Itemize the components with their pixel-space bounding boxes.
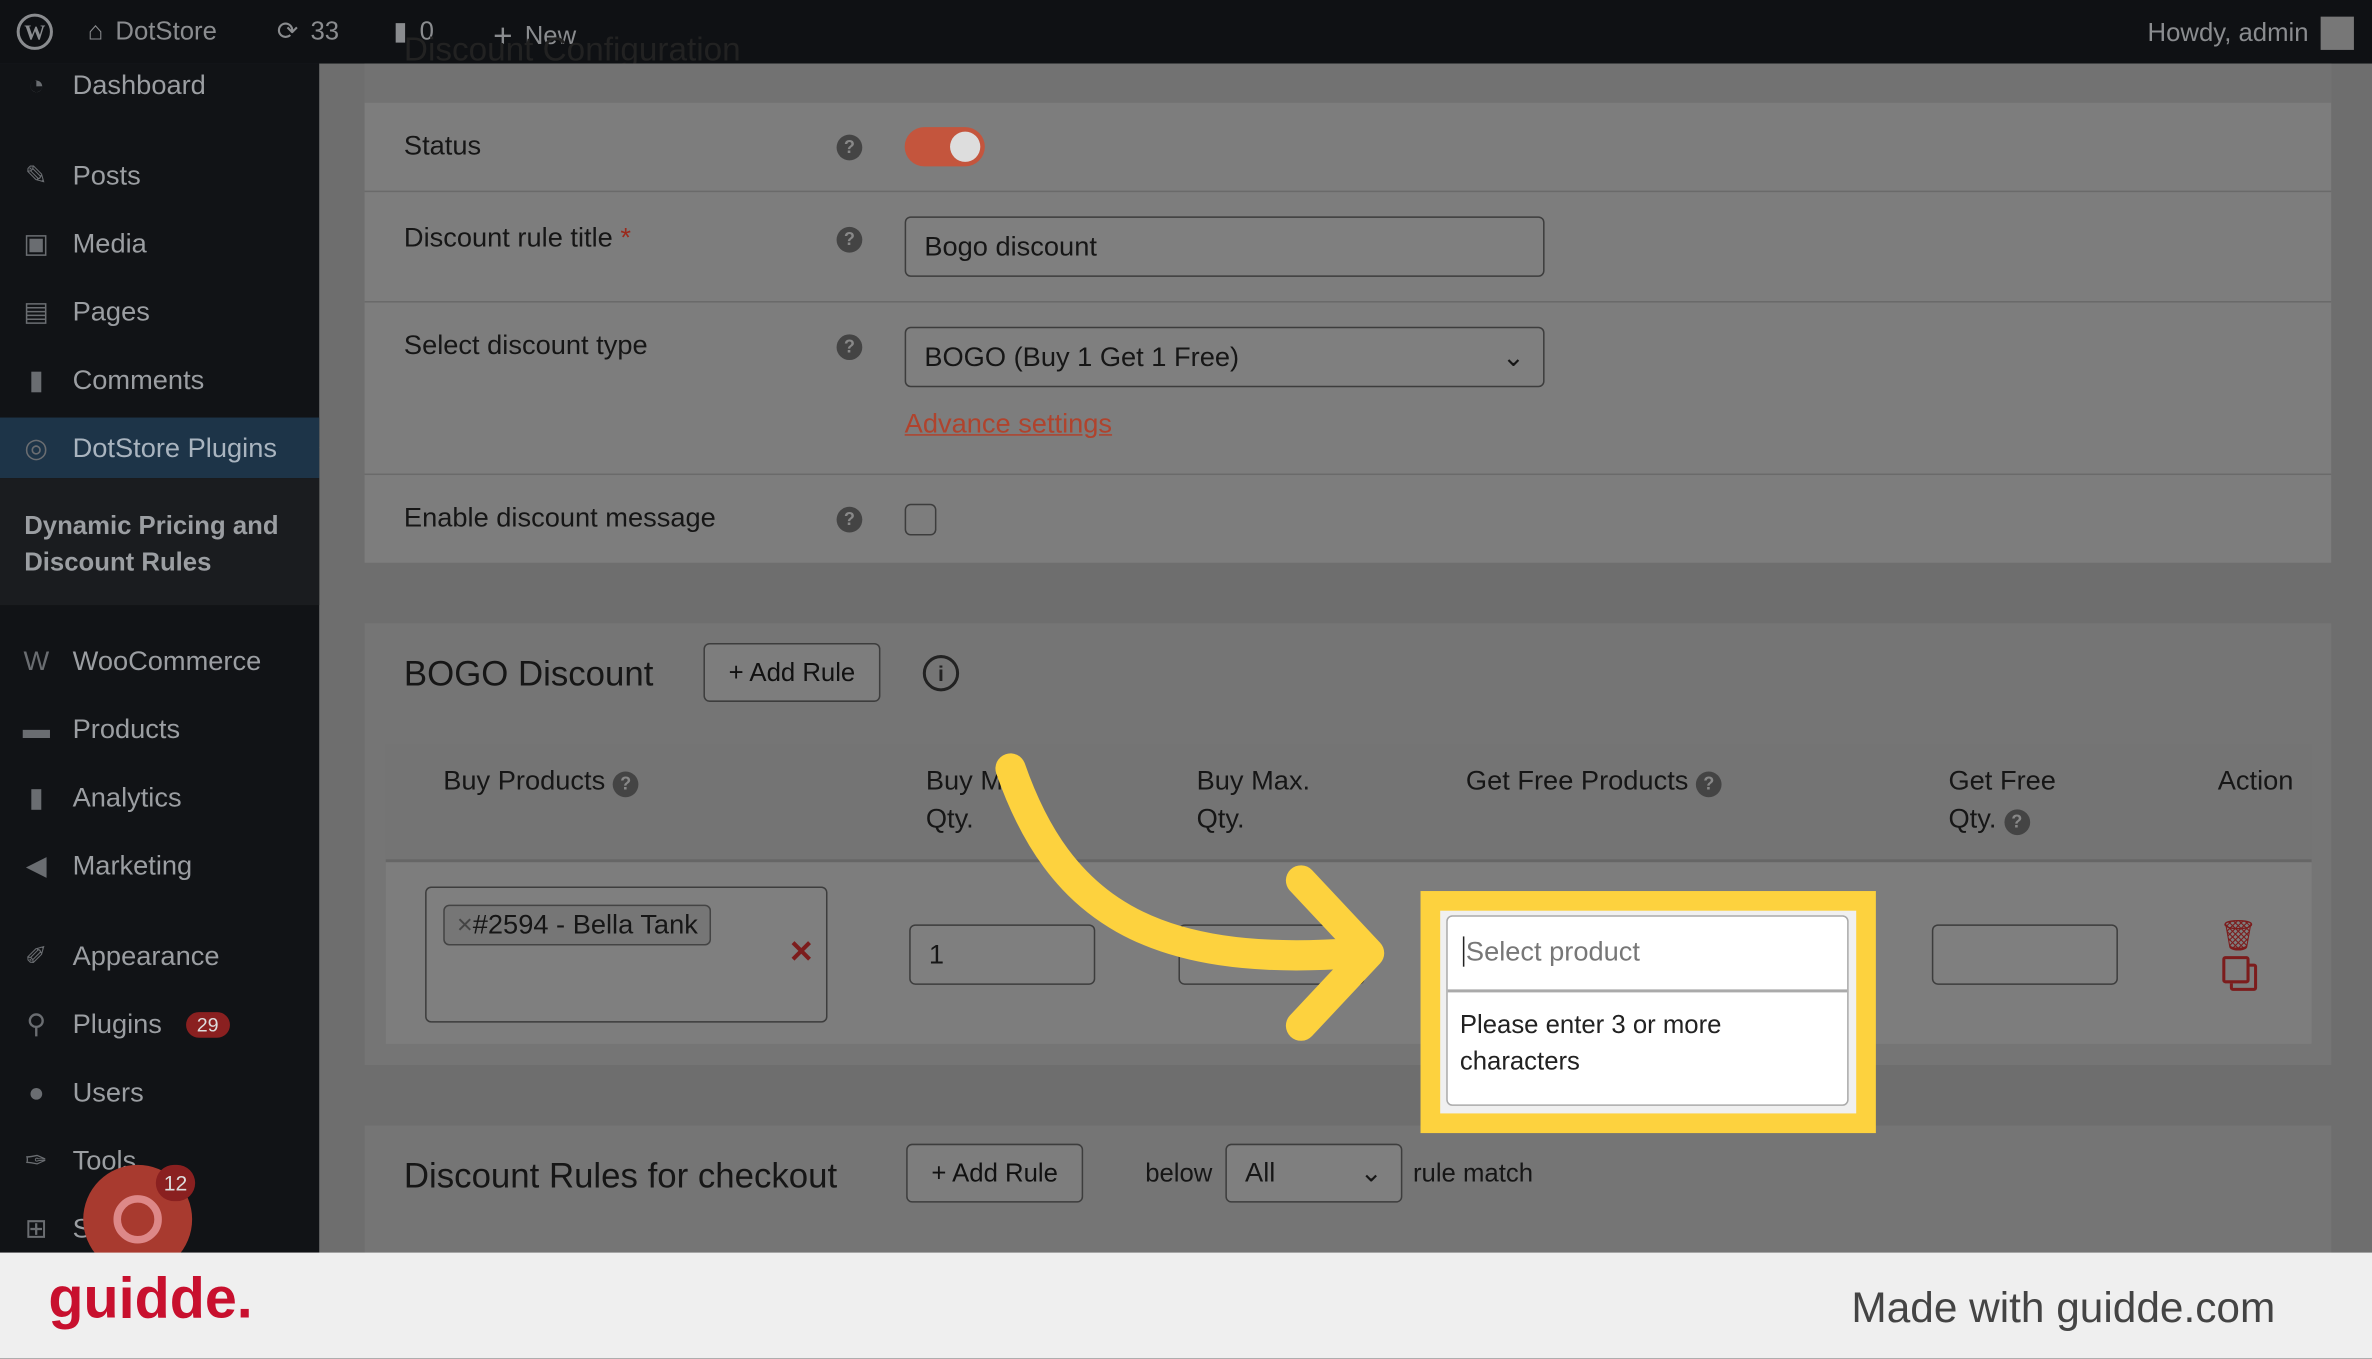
analytics-icon: ▮ xyxy=(28,781,44,812)
chevron-down-icon: ⌄ xyxy=(1502,341,1525,372)
discount-type-select[interactable]: BOGO (Buy 1 Get 1 Free) ⌄ xyxy=(904,326,1545,388)
checkout-heading: Discount Rules for checkout xyxy=(403,1155,838,1196)
sidebar-item-products[interactable]: ▬ Products xyxy=(0,699,319,760)
wordpress-logo-icon[interactable]: W xyxy=(15,12,54,51)
sidebar-item-posts[interactable]: ✎ Posts xyxy=(0,145,319,206)
main-content: Discount Configuration Status ? Discount… xyxy=(319,30,2372,1253)
pages-icon: ▤ xyxy=(23,295,50,327)
sidebar-item-media[interactable]: ▣ Media xyxy=(0,213,319,274)
sidebar-item-label: Products xyxy=(72,713,181,744)
dashboard-icon: ◔ xyxy=(28,68,45,100)
sidebar-item-comments[interactable]: ▮ Comments xyxy=(0,349,319,410)
get-free-qty-input[interactable] xyxy=(1931,924,2118,985)
product-tag[interactable]: ×#2594 - Bella Tank xyxy=(443,904,712,946)
plugins-count-badge: 29 xyxy=(186,1011,230,1038)
sidebar-item-label: Media xyxy=(72,227,147,258)
clear-selection-icon[interactable]: ✕ xyxy=(789,933,814,971)
rule-match-select[interactable]: All ⌄ xyxy=(1225,1143,1403,1203)
media-icon: ▣ xyxy=(23,227,50,258)
checkout-rules-panel: Discount Rules for checkout + Add Rule b… xyxy=(364,1125,2332,1253)
remove-tag-icon[interactable]: × xyxy=(457,909,473,939)
message-row: Enable discount message ? xyxy=(365,475,2332,563)
sidebar-item-users[interactable]: ● Users xyxy=(0,1062,319,1123)
svg-text:W: W xyxy=(24,20,45,44)
info-icon[interactable]: i xyxy=(922,655,960,692)
add-rule-button[interactable]: + Add Rule xyxy=(703,642,881,702)
plugin-icon: ⚲ xyxy=(26,1008,47,1039)
checkout-add-rule-button[interactable]: + Add Rule xyxy=(906,1143,1084,1203)
recorder-badge: 12 xyxy=(155,1164,196,1202)
sidebar-item-plugins[interactable]: ⚲ Plugins 29 xyxy=(0,994,319,1055)
sidebar-item-label: Analytics xyxy=(72,781,182,812)
guidde-logo: guidde. xyxy=(48,1267,253,1332)
advance-settings-link[interactable]: Advance settings xyxy=(905,408,1112,440)
select-product-input[interactable]: Select product xyxy=(1447,917,1848,993)
help-icon[interactable]: ? xyxy=(836,506,863,533)
help-icon[interactable]: ? xyxy=(836,334,863,361)
help-icon[interactable]: ? xyxy=(836,226,863,253)
product-search-dropdown: Select product Please enter 3 or more ch… xyxy=(1446,915,1849,1106)
highlight-box: Select product Please enter 3 or more ch… xyxy=(1420,891,1876,1134)
pin-icon: ✎ xyxy=(24,159,48,190)
sidebar-item-label: Pages xyxy=(72,295,150,327)
sidebar-item-dashboard[interactable]: ◔ Dashboard xyxy=(0,54,319,115)
status-row: Status ? xyxy=(364,103,2332,193)
refresh-icon: ⟳ xyxy=(276,16,299,46)
users-icon: ● xyxy=(28,1076,45,1107)
chevron-down-icon: ⌄ xyxy=(1359,1157,1383,1188)
brush-icon: ✐ xyxy=(24,940,48,971)
account-menu[interactable]: Howdy, admin xyxy=(2147,16,2354,50)
site-link[interactable]: ⌂ DotStore xyxy=(88,17,217,47)
sidebar-item-label: Dashboard xyxy=(72,68,206,100)
sidebar-item-label: WooCommerce xyxy=(72,645,262,676)
title-row: Discount rule title * ? Bogo discount xyxy=(364,192,2332,303)
products-icon: ▬ xyxy=(22,713,50,744)
made-with-text: Made with guidde.com xyxy=(1851,1284,2276,1332)
updates-link[interactable]: ⟳ 33 xyxy=(277,17,339,47)
sidebar-item-label: Users xyxy=(72,1076,144,1107)
search-hint: Please enter 3 or more characters xyxy=(1459,1010,1722,1076)
bogo-heading: BOGO Discount xyxy=(403,653,654,693)
column-get-free-products: Get Free Products ? xyxy=(1466,762,1722,800)
discount-message-checkbox[interactable] xyxy=(904,503,937,536)
woo-icon: W xyxy=(23,645,50,676)
sidebar-item-label: Appearance xyxy=(72,940,220,971)
discount-configuration-panel: Discount Configuration Status ? Discount… xyxy=(364,30,2332,563)
footer-bar: guidde. Made with guidde.com xyxy=(0,1252,2372,1359)
discount-title-input[interactable]: Bogo discount xyxy=(904,216,1545,277)
settings-icon: ⊞ xyxy=(24,1212,48,1243)
dotstore-icon: ◎ xyxy=(24,431,49,463)
wrench-icon: ✑ xyxy=(24,1144,48,1175)
admin-bar: W ⌂ DotStore ⟳ 33 ▮ 0 + New Howdy, admin xyxy=(0,0,2372,64)
sidebar-item-label: Posts xyxy=(72,159,141,190)
submenu-dynamic-pricing[interactable]: Dynamic Pricing and Discount Rules xyxy=(0,478,320,606)
admin-sidebar: ◔ Dashboard ✎ Posts ▣ Media ▤ Pages ▮ Comments ◎ Do… xyxy=(0,63,335,1253)
buy-products-select[interactable]: ×#2594 - Bella Tank ✕ xyxy=(425,886,828,1023)
arrow-icon xyxy=(995,753,1385,1041)
sidebar-item-pages[interactable]: ▤ Pages xyxy=(0,281,319,342)
status-toggle[interactable] xyxy=(904,127,985,167)
column-buy-products: Buy Products ? xyxy=(443,762,639,800)
home-icon: ⌂ xyxy=(87,16,104,46)
megaphone-icon: ◀ xyxy=(25,849,47,880)
sidebar-item-appearance[interactable]: ✐ Appearance xyxy=(0,926,319,987)
delete-icon[interactable]: 🗑 xyxy=(2219,917,2257,955)
column-action: Action xyxy=(2217,765,2294,796)
avatar xyxy=(2320,16,2354,50)
sidebar-item-woocommerce[interactable]: W WooCommerce xyxy=(0,631,319,692)
sidebar-item-label: Comments xyxy=(72,363,205,395)
help-icon[interactable]: ? xyxy=(836,134,863,161)
sidebar-item-dotstore-plugins[interactable]: ◎ DotStore Plugins xyxy=(0,417,320,479)
comment-icon: ▮ xyxy=(28,363,44,395)
sidebar-item-label: Plugins xyxy=(72,1008,162,1039)
sidebar-item-analytics[interactable]: ▮ Analytics xyxy=(0,767,319,828)
duplicate-icon[interactable] xyxy=(2222,956,2250,984)
column-get-free-qty: Get Free Qty. ? xyxy=(1948,765,2056,836)
sidebar-item-label: DotStore Plugins xyxy=(72,431,277,463)
sidebar-item-label: Marketing xyxy=(72,849,193,880)
discount-type-row: Select discount type ? BOGO (Buy 1 Get 1… xyxy=(364,303,2332,476)
sidebar-item-marketing[interactable]: ◀ Marketing xyxy=(0,835,319,896)
